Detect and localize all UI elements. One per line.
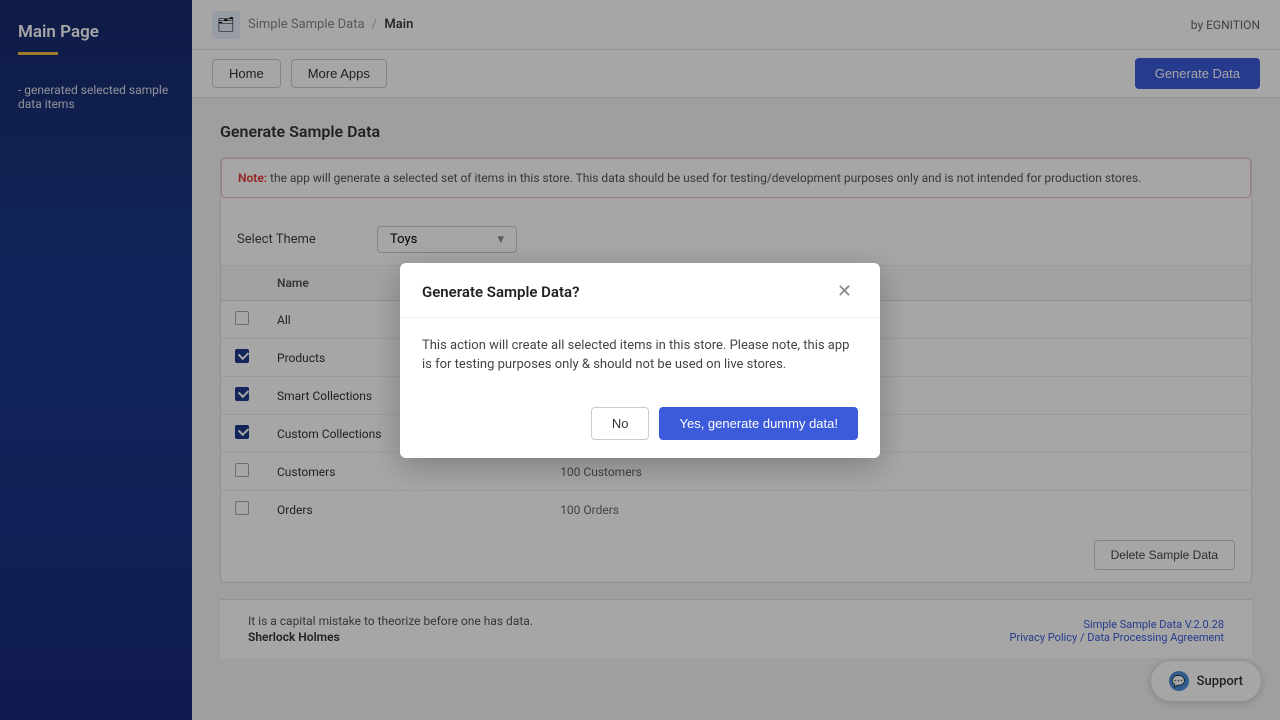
modal-title: Generate Sample Data? <box>422 283 579 301</box>
modal-header: Generate Sample Data? ✕ <box>400 263 880 318</box>
modal-footer: No Yes, generate dummy data! <box>400 393 880 458</box>
modal-body: This action will create all selected ite… <box>400 318 880 393</box>
modal-overlay[interactable]: Generate Sample Data? ✕ This action will… <box>0 0 1280 720</box>
yes-generate-button[interactable]: Yes, generate dummy data! <box>659 407 858 440</box>
close-icon[interactable]: ✕ <box>831 281 858 303</box>
modal-dialog: Generate Sample Data? ✕ This action will… <box>400 263 880 458</box>
no-button[interactable]: No <box>591 407 650 440</box>
